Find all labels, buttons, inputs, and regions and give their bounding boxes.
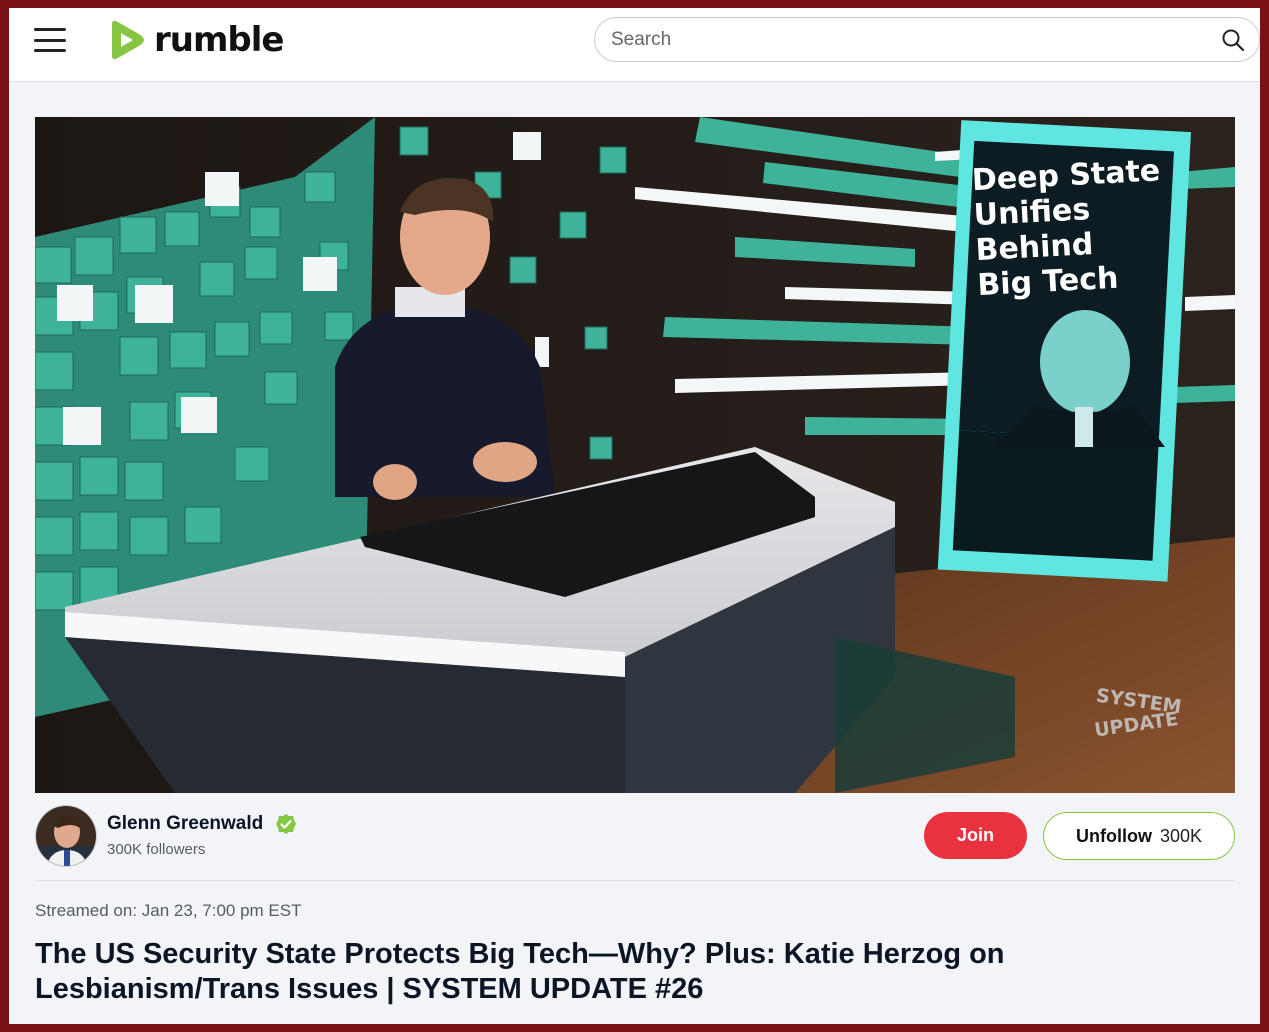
top-bar: rumble [9, 8, 1260, 82]
rumble-play-icon [112, 20, 144, 60]
verified-badge-icon [276, 814, 296, 834]
unfollow-label: Unfollow [1075, 825, 1152, 846]
screen-headline-line-4: Big Tech [977, 261, 1120, 303]
rumble-logo[interactable]: rumble [106, 18, 284, 62]
follower-count: 300K followers [107, 841, 206, 858]
video-player[interactable]: Deep State Unifies Behind Big Tech SYSTE… [35, 117, 1235, 793]
screen-headline-line-2: Unifies [973, 192, 1091, 233]
stream-date: Streamed on: Jan 23, 7:00 pm EST [35, 901, 302, 920]
video-title: The US Security State Protects Big Tech—… [35, 938, 1005, 1005]
page-frame: rumble Search Deep State Unifies Behind … [9, 8, 1260, 1024]
unfollow-count: 300K [1159, 825, 1203, 846]
search-icon[interactable] [1221, 28, 1245, 52]
channel-row: Glenn Greenwald 300K followers Join Unfo… [35, 805, 1235, 881]
logo-text: rumble [154, 20, 284, 60]
hamburger-menu-icon[interactable] [34, 26, 66, 54]
join-button[interactable]: Join [924, 812, 1027, 859]
channel-avatar[interactable] [35, 805, 97, 867]
divider [35, 880, 1235, 881]
search-input[interactable] [611, 26, 1191, 54]
video-frame: Deep State Unifies Behind Big Tech SYSTE… [35, 117, 1235, 793]
unfollow-button[interactable]: Unfollow 300K [1043, 812, 1235, 860]
channel-name[interactable]: Glenn Greenwald [107, 813, 263, 835]
search-box [594, 17, 1260, 62]
